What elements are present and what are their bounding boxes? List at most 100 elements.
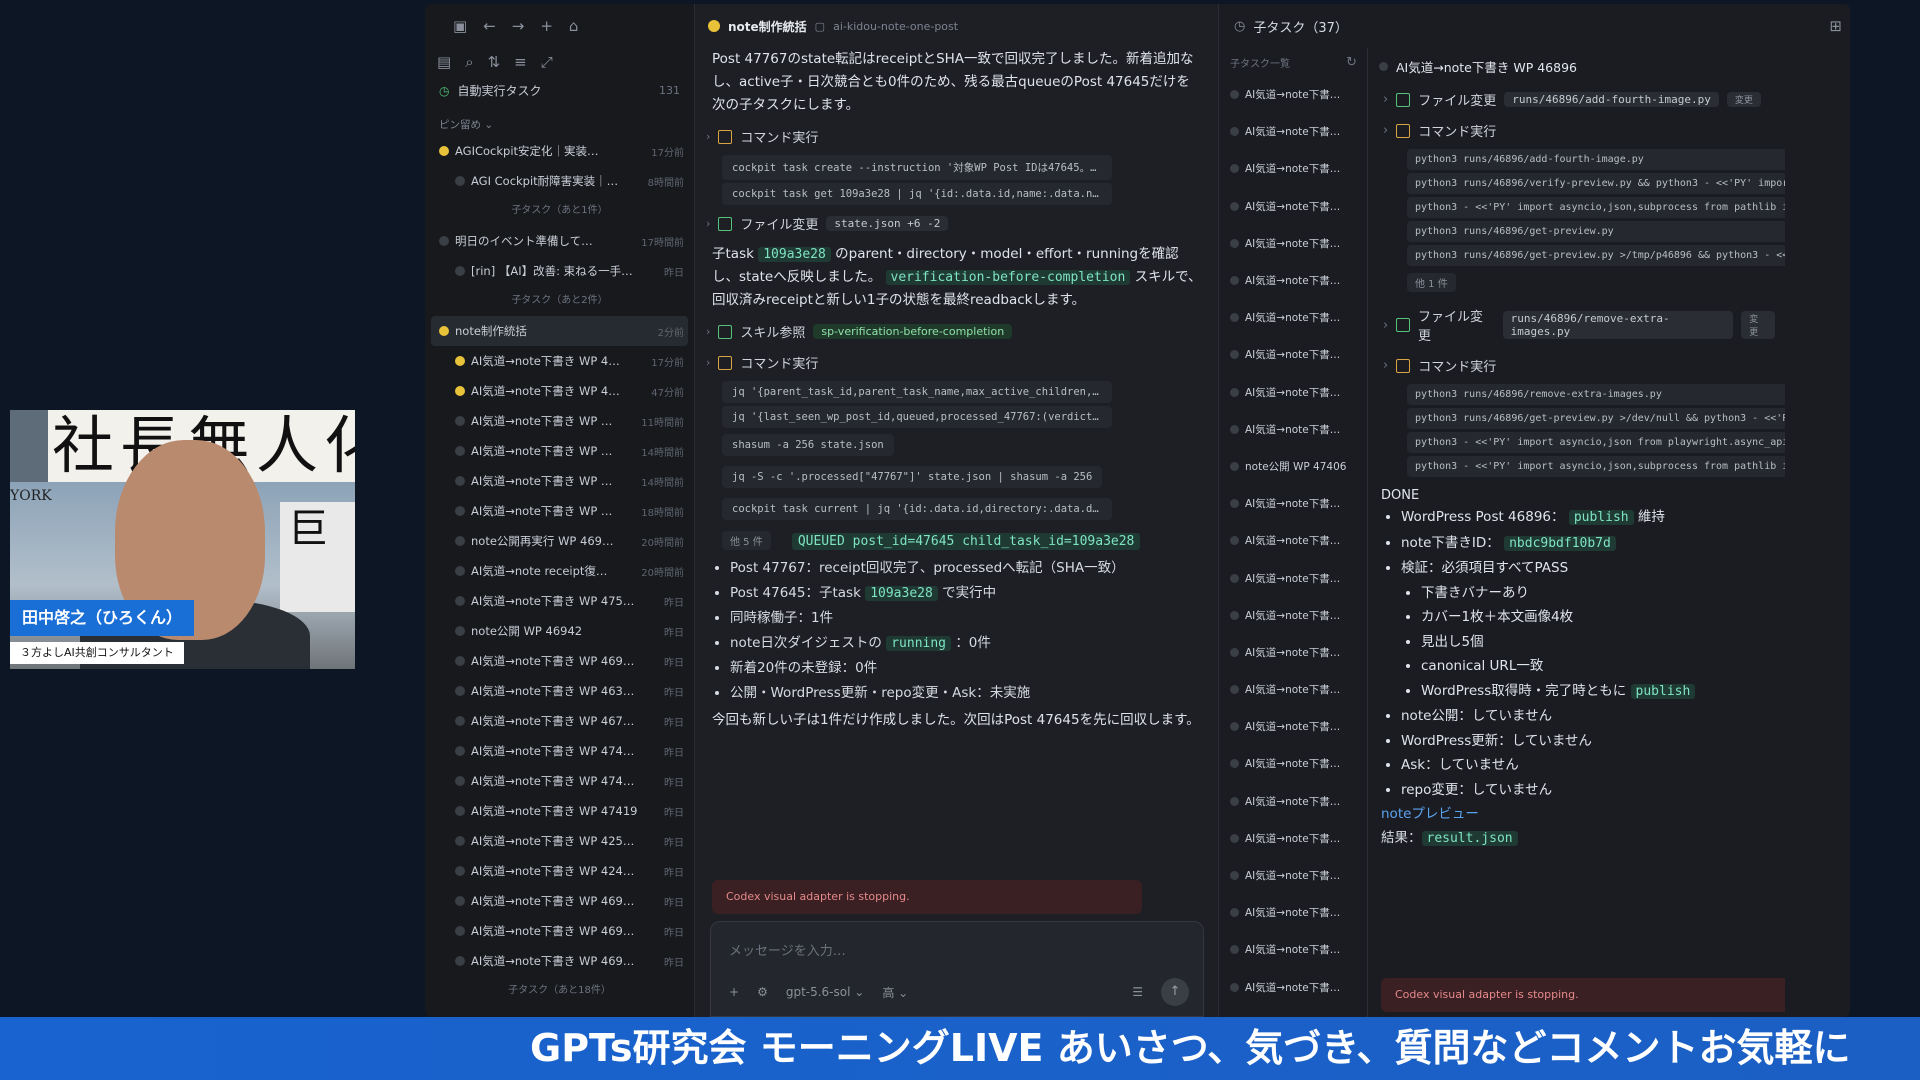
note-preview-link[interactable]: noteプレビュー — [1369, 802, 1785, 826]
subtask-list-item[interactable]: AI気道→note下書… — [1220, 262, 1367, 299]
command-step[interactable]: › コマンド実行 — [696, 347, 1218, 378]
command-line[interactable]: python3 runs/46896/add-fourth-image.py — [1407, 149, 1785, 170]
pinned-header[interactable]: ピン留め ⌄ — [425, 105, 694, 136]
subtask-list-item[interactable]: AI気道→note下書… — [1220, 76, 1367, 113]
subtask-list-item[interactable]: AI気道→note下書… — [1220, 299, 1367, 336]
sidebar-item[interactable]: AI気道→note下書き WP 474… 昨日 — [425, 766, 694, 796]
subtask-more[interactable]: 子タスク（あと1件） — [425, 196, 694, 226]
sidebar-item[interactable]: AI気道→note下書き WP … 14時間前 — [425, 436, 694, 466]
sidebar-item[interactable]: AI気道→note下書き WP … 11時間前 — [425, 406, 694, 436]
skill-chip[interactable]: sp-verification-before-completion — [813, 324, 1013, 339]
sidebar-item[interactable]: AI気道→note下書き WP 425… 昨日 — [425, 826, 694, 856]
subtask-list-item[interactable]: AI気道→note下書… — [1220, 150, 1367, 187]
subtask-list-item[interactable]: AI気道→note下書… — [1220, 671, 1367, 708]
subtask-list-item[interactable]: AI気道→note下書… — [1220, 931, 1367, 968]
subtask-list-item[interactable]: AI気道→note下書… — [1220, 745, 1367, 782]
back-icon[interactable]: ← — [483, 17, 496, 35]
subtask-more[interactable]: 子タスク（あと18件） — [425, 976, 694, 1006]
sidebar-toggle-icon[interactable]: ▣ — [453, 17, 467, 35]
effort-select[interactable]: 高 ⌄ — [882, 984, 908, 1001]
subtask-list-item[interactable]: note公開 WP 47406 — [1220, 448, 1367, 485]
expand-icon[interactable]: ⤢ — [541, 53, 553, 71]
sidebar-item[interactable]: AGI Cockpit耐障害実装｜… 8時間前 — [425, 166, 694, 196]
command-line[interactable]: python3 - <<'PY' import asyncio,json fro… — [1407, 432, 1785, 453]
sidebar-item[interactable]: AI気道→note下書き WP 463… 昨日 — [425, 676, 694, 706]
refresh-icon[interactable]: ↻ — [1346, 55, 1357, 70]
command-line[interactable]: shasum -a 256 state.json — [722, 434, 894, 456]
subtask-list-item[interactable]: AI気道→note下書… — [1220, 113, 1367, 150]
command-line[interactable]: python3 - <<'PY' import asyncio,json,sub… — [1407, 456, 1785, 477]
sidebar-item[interactable]: [rin] 【AI】改善: 束ねる一手… 昨日 — [425, 256, 694, 286]
file-change-step[interactable]: › ファイル変更 runs/46896/remove-extra-images.py… — [1369, 300, 1785, 350]
message-composer[interactable]: メッセージを入力… + ⚙ gpt-5.6-sol ⌄ 高 ⌄ ☰ ↑ — [710, 921, 1204, 1017]
command-line[interactable]: python3 - <<'PY' import asyncio,json,sub… — [1407, 197, 1785, 218]
file-chip[interactable]: state.json +6 -2 — [826, 216, 949, 231]
more-commands[interactable]: 他 1 件 — [1407, 273, 1456, 292]
settings-icon[interactable]: ⚙ — [757, 985, 768, 999]
subtask-list-item[interactable]: AI気道→note下書… — [1220, 634, 1367, 671]
file-change-step[interactable]: › ファイル変更 runs/46896/add-fourth-image.py 変更 — [1369, 84, 1785, 115]
subtask-list-item[interactable]: AI気道→note下書… — [1220, 188, 1367, 225]
sliders-icon[interactable]: ☰ — [1132, 985, 1143, 999]
command-line[interactable]: python3 runs/46896/get-preview.py >/dev/… — [1407, 408, 1785, 429]
command-line[interactable]: cockpit task current | jq '{id:.data.id,… — [722, 498, 1112, 520]
sidebar-item[interactable]: AI気道→note下書き WP 469… 昨日 — [425, 646, 694, 676]
command-step[interactable]: › コマンド実行 — [696, 121, 1218, 152]
command-step[interactable]: › コマンド実行 — [1369, 350, 1785, 381]
model-select[interactable]: gpt-5.6-sol ⌄ — [786, 985, 864, 999]
subtask-list-item[interactable]: AI気道→note下書… — [1220, 857, 1367, 894]
command-line[interactable]: python3 runs/46896/verify-preview.py && … — [1407, 173, 1785, 194]
sidebar-item-selected[interactable]: note制作統括 2分前 — [431, 316, 688, 346]
subtask-more[interactable]: 子タスク（あと2件） — [425, 286, 694, 316]
sidebar-item[interactable]: AGICockpit安定化｜実装… 17分前 — [425, 136, 694, 166]
sidebar-item[interactable]: AI気道→note下書き WP … 18時間前 — [425, 496, 694, 526]
command-line[interactable]: jq -S -c '.processed["47767"]' state.jso… — [722, 466, 1103, 488]
file-change-step[interactable]: › ファイル変更 state.json +6 -2 — [696, 208, 1218, 239]
sidebar-item[interactable]: AI気道→note下書き WP 469… 昨日 — [425, 916, 694, 946]
skill-step[interactable]: › スキル参照 sp-verification-before-completion — [696, 316, 1218, 347]
panel-icon[interactable]: ⊞ — [1829, 17, 1842, 35]
result-file-link[interactable]: result.json — [1421, 831, 1518, 846]
command-step[interactable]: › コマンド実行 — [1369, 115, 1785, 146]
subtask-list-item[interactable]: AI気道→note下書… — [1220, 783, 1367, 820]
command-line[interactable]: python3 runs/46896/remove-extra-images.p… — [1407, 384, 1785, 405]
sidebar-item[interactable]: AI気道→note下書き WP 424… 昨日 — [425, 856, 694, 886]
attach-plus-icon[interactable]: + — [729, 985, 739, 999]
subtask-list-item[interactable]: AI気道→note下書… — [1220, 411, 1367, 448]
sidebar-item[interactable]: AI気道→note下書き WP 469… 昨日 — [425, 886, 694, 916]
command-line[interactable]: cockpit task get 109a3e28 | jq '{id:.dat… — [722, 183, 1112, 205]
subtask-list-item[interactable]: AI気道→note下書… — [1220, 597, 1367, 634]
sidebar-item[interactable]: AI気道→note下書き WP 47419 昨日 — [425, 796, 694, 826]
message-input[interactable]: メッセージを入力… — [729, 940, 846, 959]
command-line[interactable]: python3 runs/46896/get-preview.py >/tmp/… — [1407, 245, 1785, 266]
sort-icon[interactable]: ⇅ — [488, 53, 501, 71]
subtask-list-item[interactable]: AI気道→note下書… — [1220, 225, 1367, 262]
sidebar-item[interactable]: note公開 WP 46942 昨日 — [425, 616, 694, 646]
sidebar-item[interactable]: AI気道→note receipt復… 20時間前 — [425, 556, 694, 586]
subtask-list-item[interactable]: AI気道→note下書… — [1220, 820, 1367, 857]
subtask-list-item[interactable]: AI気道→note下書… — [1220, 522, 1367, 559]
filter-icon[interactable]: ≡ — [514, 53, 527, 71]
sidebar-item[interactable]: AI気道→note下書き WP 4… 47分前 — [425, 376, 694, 406]
sidebar-item[interactable]: AI気道→note下書き WP 469… 昨日 — [425, 946, 694, 976]
search-icon[interactable]: ⌕ — [465, 53, 473, 71]
sidebar-item[interactable]: AI気道→note下書き WP 475… 昨日 — [425, 586, 694, 616]
home-icon[interactable]: ⌂ — [569, 17, 579, 35]
sidebar-item[interactable]: AI気道→note下書き WP 4… 17分前 — [425, 346, 694, 376]
more-commands[interactable]: 他 5 件 — [722, 531, 771, 550]
command-line[interactable]: cockpit task create --instruction '対象WP … — [722, 155, 1112, 180]
command-line[interactable]: jq '{parent_task_id,parent_task_name,max… — [722, 381, 1112, 403]
sidebar-item[interactable]: AI気道→note下書き WP … 14時間前 — [425, 466, 694, 496]
plus-icon[interactable]: + — [540, 17, 553, 35]
subtask-list-item[interactable]: AI気道→note下書… — [1220, 336, 1367, 373]
forward-icon[interactable]: → — [512, 17, 525, 35]
subtask-list-item[interactable]: AI気道→note下書… — [1220, 374, 1367, 411]
subtask-list-item[interactable]: AI気道→note下書… — [1220, 485, 1367, 522]
command-line[interactable]: jq '{last_seen_wp_post_id,queued,process… — [722, 406, 1112, 428]
auto-task-row[interactable]: ◷ 自動実行タスク 131 — [425, 76, 694, 105]
sidebar-item[interactable]: 明日のイベント準備して… 17時間前 — [425, 226, 694, 256]
sidebar-item[interactable]: AI気道→note下書き WP 474… 昨日 — [425, 736, 694, 766]
sidebar-item[interactable]: note公開再実行 WP 469… 20時間前 — [425, 526, 694, 556]
subtask-list-item[interactable]: AI気道→note下書… — [1220, 969, 1367, 1006]
subtask-list-item[interactable]: AI気道→note下書… — [1220, 708, 1367, 745]
